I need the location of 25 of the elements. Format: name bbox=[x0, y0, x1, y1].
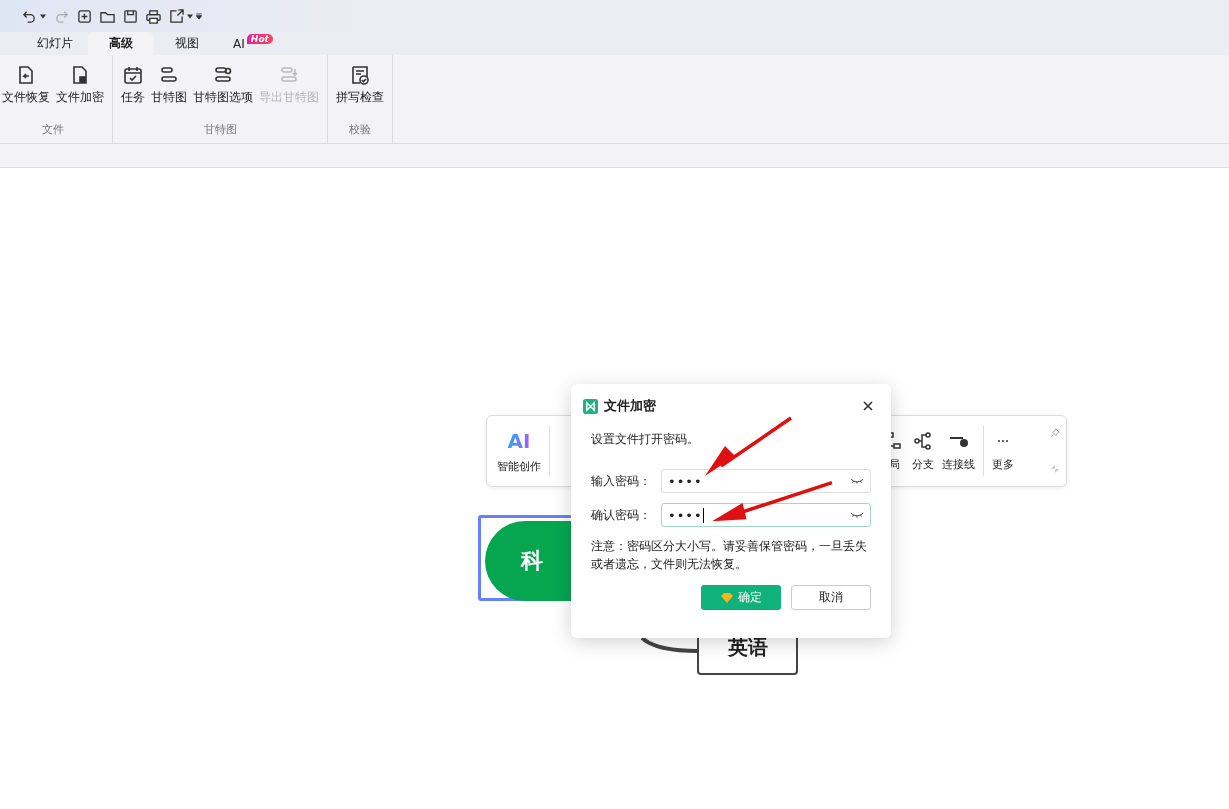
ribbon-button[interactable]: 任务 bbox=[119, 65, 147, 123]
password-field[interactable]: •••• bbox=[661, 469, 871, 493]
toolbar-button[interactable]: 更多 bbox=[988, 430, 1018, 472]
cancel-button[interactable]: 取消 bbox=[791, 585, 871, 610]
toolbar-button[interactable]: 分支 bbox=[908, 430, 938, 472]
ribbon-tab[interactable]: 幻灯片 bbox=[22, 32, 88, 55]
ribbon-tab[interactable]: 高级 bbox=[88, 32, 154, 55]
dialog-prompt: 设置文件打开密码。 bbox=[591, 432, 700, 447]
group-label: 文件 bbox=[41, 123, 65, 137]
dialog-title: 文件加密 bbox=[604, 397, 657, 415]
ribbon-button[interactable]: 拼写检查 bbox=[334, 65, 386, 123]
ribbon-button[interactable]: 文件加密 bbox=[54, 65, 106, 123]
ribbon-tab[interactable]: AI Hot bbox=[220, 32, 286, 55]
ai-create-button[interactable]: AI 智能创作 bbox=[493, 428, 545, 474]
ribbon-tab[interactable]: 视图 bbox=[154, 32, 220, 55]
ribbon-button[interactable]: 文件恢复 bbox=[0, 65, 52, 123]
ribbon-button[interactable]: 甘特图选项 bbox=[191, 65, 255, 123]
field-label: 输入密码： bbox=[591, 473, 652, 489]
group-label: 校验 bbox=[348, 123, 372, 137]
field-label: 确认密码： bbox=[591, 507, 652, 523]
hot-badge: Hot bbox=[246, 33, 273, 44]
ribbon-button[interactable]: 甘特图 bbox=[149, 65, 189, 123]
toolbar-button[interactable]: 连接线 bbox=[938, 430, 979, 472]
group-label: 甘特图 bbox=[202, 123, 238, 137]
password-field[interactable]: •••• bbox=[661, 503, 871, 527]
